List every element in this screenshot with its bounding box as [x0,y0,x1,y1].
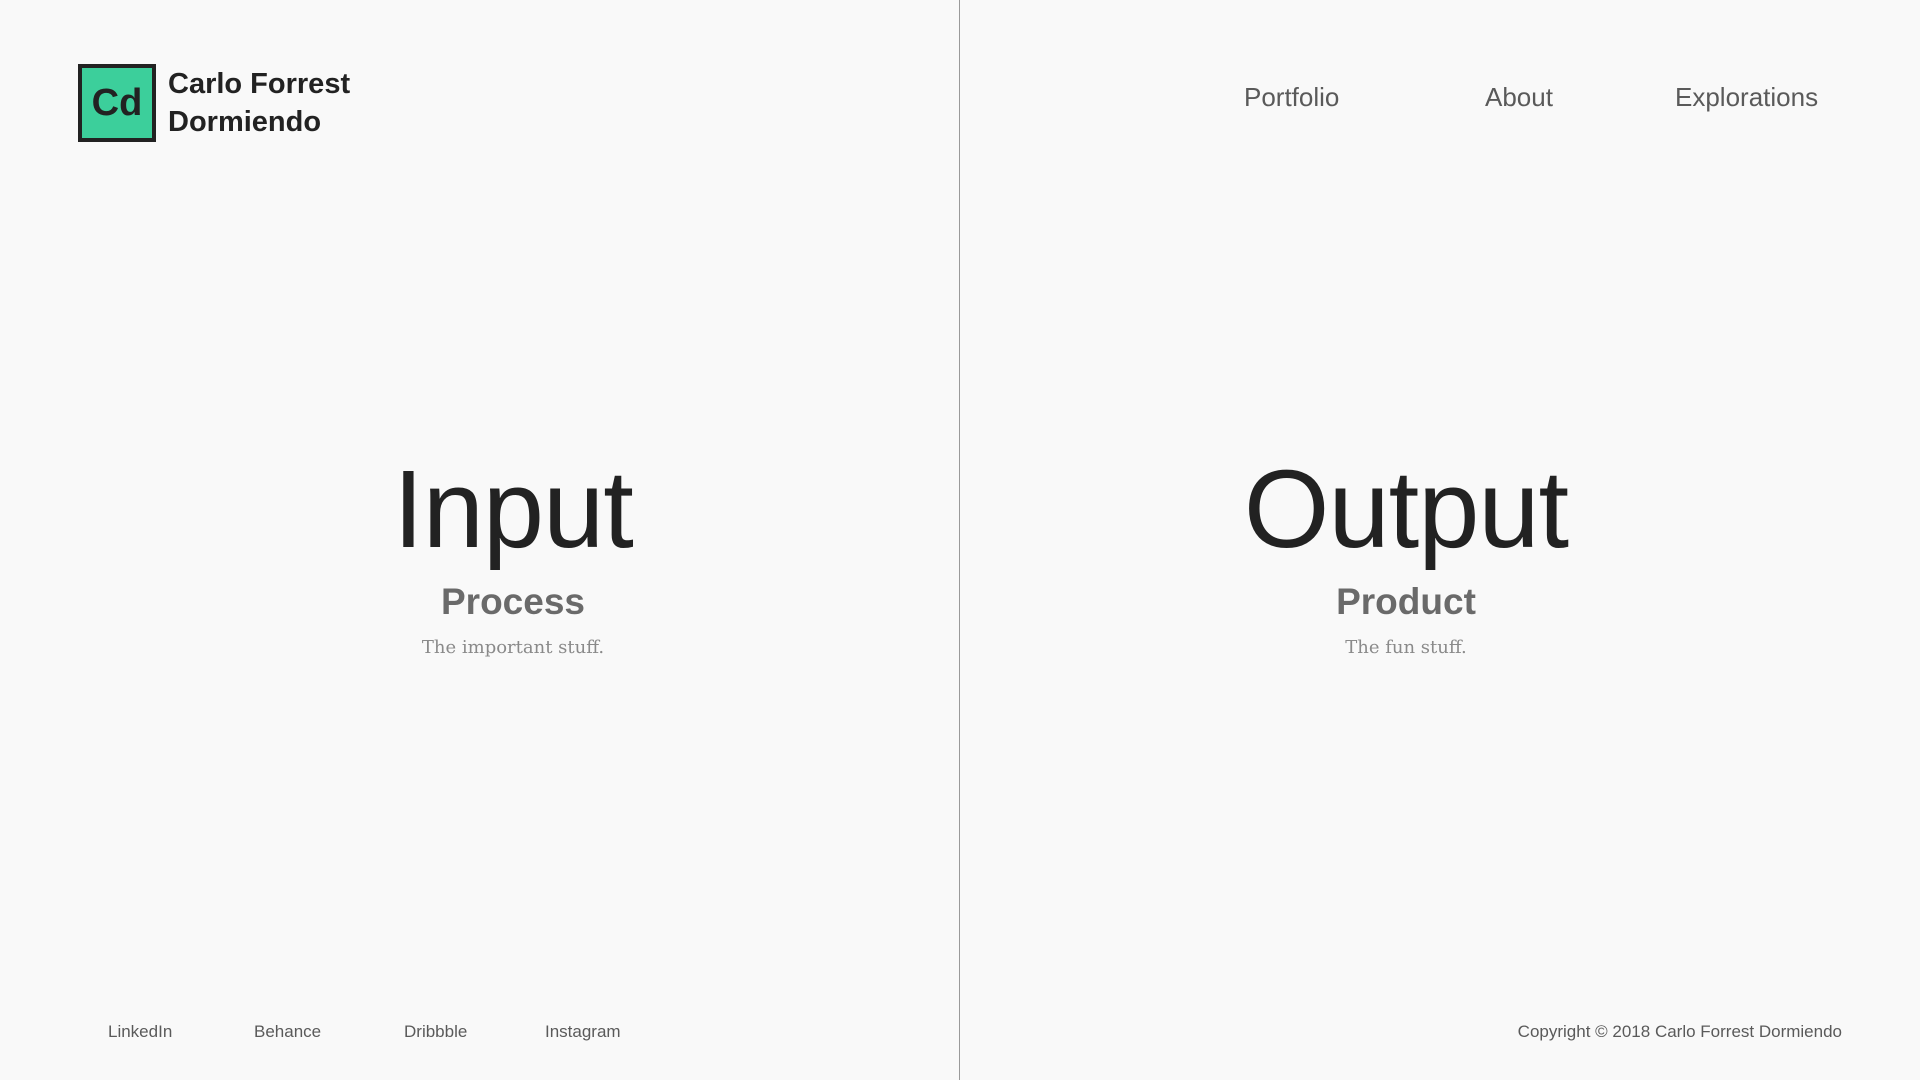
logo-name-line2: Dormiendo [168,106,322,138]
copyright-text: Copyright © 2018 Carlo Forrest Dormiendo [1517,1022,1842,1041]
social-links: LinkedIn Behance Dribbble Instagram [0,1022,960,1046]
social-link-behance[interactable]: Behance [254,1022,321,1042]
process-subtitle: Process [441,581,585,622]
input-description: The important stuff. [421,637,605,658]
output-title: Output [1243,448,1569,571]
social-link-dribbble[interactable]: Dribbble [404,1022,467,1042]
nav-item-explorations[interactable]: Explorations [1675,82,1818,113]
logo-name: Carlo Forrest Dormiendo [168,65,350,141]
social-link-instagram[interactable]: Instagram [545,1022,621,1042]
logo-mark: Cd [78,64,156,142]
nav-item-portfolio[interactable]: Portfolio [1244,82,1339,113]
logo-link[interactable]: Cd Carlo Forrest Dormiendo [78,64,350,142]
output-panel-link[interactable]: Output Product The fun stuff. [893,450,1919,660]
page: Cd Carlo Forrest Dormiendo Portfolio Abo… [0,0,1920,1080]
nav-item-about[interactable]: About [1485,82,1553,113]
input-panel-link[interactable]: Input Process The important stuff. [0,450,1026,660]
product-subtitle: Product [1336,581,1476,622]
main-nav: Portfolio About Explorations [960,82,1920,122]
logo-name-line1: Carlo Forrest [168,68,351,100]
output-description: The fun stuff. [1345,637,1467,658]
input-title: Input [393,448,634,571]
social-link-linkedin[interactable]: LinkedIn [108,1022,172,1042]
